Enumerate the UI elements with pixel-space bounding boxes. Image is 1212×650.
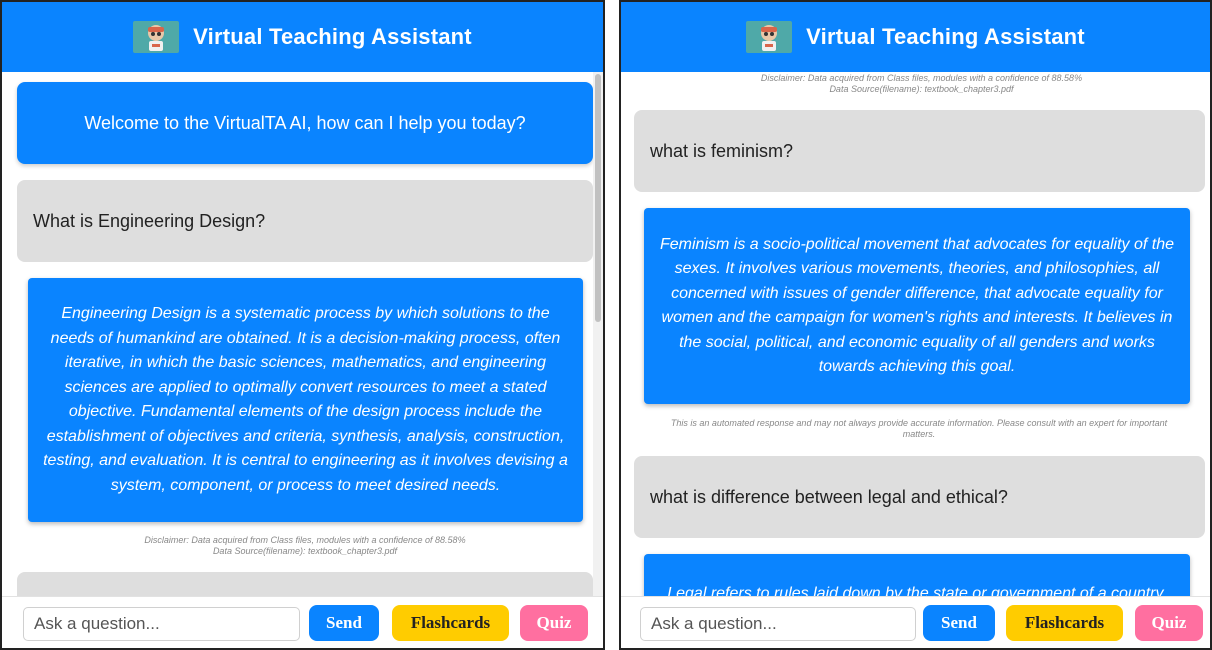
- chat-window-right: Virtual Teaching Assistant Disclaimer: D…: [619, 0, 1212, 650]
- disclaimer-text: Disclaimer: Data acquired from Class fil…: [144, 535, 466, 545]
- input-bar: Send Flashcards Quiz: [621, 596, 1210, 648]
- automated-notice-text: This is an automated response and may no…: [670, 418, 1168, 428]
- answer-line: establishment of objectives and criteria…: [46, 427, 565, 445]
- bot-answer: Engineering Design is a systematic proce…: [28, 278, 583, 522]
- answer-line: the social, political, and economic equa…: [679, 333, 1155, 351]
- data-source-text: Data Source(filename): textbook_chapter3…: [829, 84, 1014, 94]
- flashcards-button[interactable]: Flashcards: [392, 605, 509, 641]
- automated-notice-text: matters.: [902, 429, 936, 439]
- scrollbar-thumb[interactable]: [595, 74, 601, 322]
- bot-answer: Legal refers to rules laid down by the s…: [644, 554, 1190, 596]
- quiz-button[interactable]: Quiz: [1135, 605, 1203, 641]
- bot-answer-text: Engineering Design is a systematic proce…: [43, 302, 568, 498]
- answer-line: women and the campaign for women's right…: [661, 309, 1173, 326]
- bot-answer-text: Legal refers to rules laid down by the s…: [667, 585, 1167, 596]
- answer-line: testing, and evaluation. It is central t…: [43, 452, 568, 469]
- bot-answer: Feminism is a socio-political movement t…: [644, 208, 1190, 404]
- app-header: Virtual Teaching Assistant: [2, 2, 603, 72]
- answer-line: sciences are applied to optimally conver…: [64, 378, 547, 396]
- flashcards-button[interactable]: Flashcards: [1006, 605, 1123, 641]
- app-header: Virtual Teaching Assistant: [621, 2, 1210, 72]
- robot-icon: [746, 21, 793, 53]
- welcome-message: Welcome to the VirtualTA AI, how can I h…: [17, 82, 593, 164]
- answer-line: towards achieving this goal.: [818, 358, 1016, 375]
- quiz-button[interactable]: Quiz: [520, 605, 588, 641]
- user-question: what is feminism?: [634, 110, 1205, 192]
- answer-line: sexes. It involves various movements, th…: [674, 260, 1160, 277]
- app-title: Virtual Teaching Assistant: [193, 24, 472, 49]
- answer-line: concerned with issues of gender differen…: [671, 284, 1163, 302]
- chat-scrollbar[interactable]: [593, 72, 603, 596]
- user-question: what is difference between legal and eth…: [634, 456, 1205, 538]
- question-input[interactable]: [640, 607, 916, 641]
- question-input[interactable]: [23, 607, 300, 641]
- answer-line: needs of humankind are obtained. It is a…: [50, 329, 561, 347]
- automated-notice: This is an automated response and may no…: [633, 418, 1205, 440]
- answer-line: objective. Fundamental elements of the d…: [68, 403, 543, 420]
- user-question: [17, 572, 593, 596]
- send-button[interactable]: Send: [309, 605, 379, 641]
- disclaimer: Disclaimer: Data acquired from Class fil…: [633, 73, 1210, 95]
- disclaimer: Disclaimer: Data acquired from Class fil…: [17, 535, 593, 557]
- app-title: Virtual Teaching Assistant: [806, 24, 1085, 49]
- answer-line: Feminism is a socio-political movement t…: [659, 235, 1174, 253]
- send-button[interactable]: Send: [923, 605, 995, 641]
- input-bar: Send Flashcards Quiz: [2, 596, 603, 648]
- chat-history[interactable]: Disclaimer: Data acquired from Class fil…: [621, 72, 1210, 596]
- bot-answer-text: Feminism is a socio-political movement t…: [660, 233, 1174, 380]
- answer-line: iterative, in which the basic sciences, …: [64, 354, 547, 371]
- robot-icon: [133, 21, 180, 53]
- chat-history[interactable]: Welcome to the VirtualTA AI, how can I h…: [2, 72, 593, 596]
- answer-line: system, component, or process to meet de…: [110, 476, 501, 494]
- answer-line: Engineering Design is a systematic proce…: [61, 305, 550, 322]
- chat-window-left: Virtual Teaching Assistant Welcome to th…: [0, 0, 605, 650]
- user-question: What is Engineering Design?: [17, 180, 593, 262]
- data-source-text: Data Source(filename): textbook_chapter3…: [212, 546, 398, 556]
- disclaimer-text: Disclaimer: Data acquired from Class fil…: [760, 73, 1083, 83]
